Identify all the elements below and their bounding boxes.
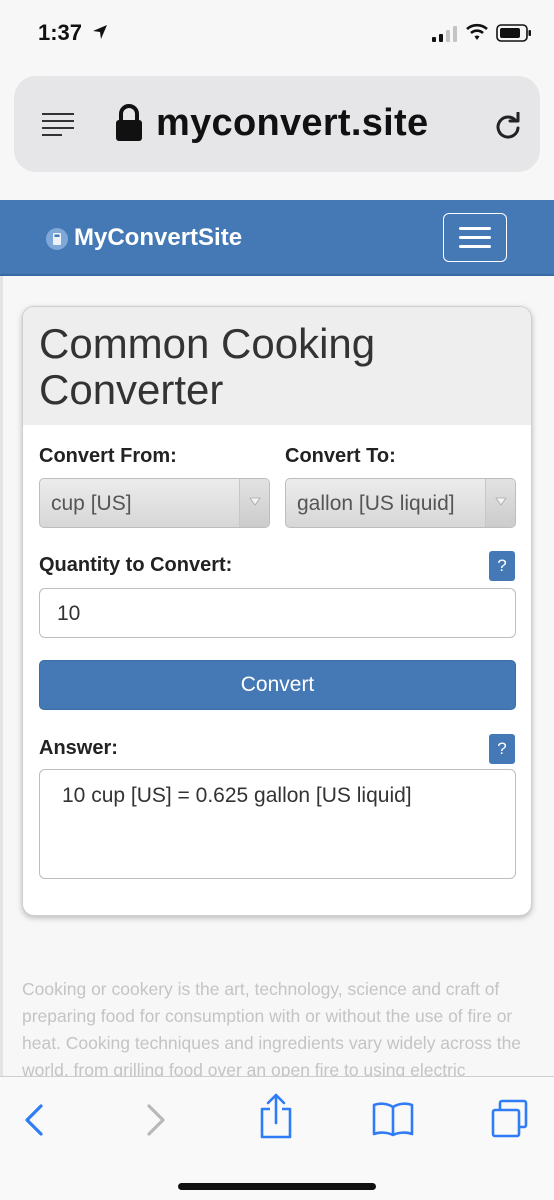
menu-bar <box>459 227 491 230</box>
convert-to-value: gallon [US liquid] <box>297 492 455 515</box>
battery-icon <box>496 24 531 42</box>
quantity-value: 10 <box>57 602 81 625</box>
answer-output[interactable]: 10 cup [US] = 0.625 gallon [US liquid] <box>39 769 516 879</box>
url-text[interactable]: myconvert.site <box>156 102 428 145</box>
address-bar[interactable]: myconvert.site <box>14 76 540 172</box>
back-icon[interactable] <box>22 1103 46 1137</box>
chevron-down-icon <box>249 497 261 506</box>
answer-label: Answer: <box>39 737 118 759</box>
browser-toolbar <box>0 1076 554 1200</box>
menu-bar <box>459 236 491 239</box>
card-header: Common Cooking Converter <box>23 307 531 425</box>
convert-to-label: Convert To: <box>285 445 396 467</box>
quantity-input[interactable]: 10 <box>39 588 516 638</box>
calculator-icon <box>46 228 68 250</box>
forward-icon[interactable] <box>144 1103 168 1137</box>
lock-icon <box>116 104 142 141</box>
quantity-label: Quantity to Convert: <box>39 554 233 576</box>
site-brand[interactable]: MyConvertSite <box>74 224 242 252</box>
answer-help-button[interactable]: ? <box>489 734 515 764</box>
reader-mode-icon[interactable] <box>42 112 74 136</box>
page-title: Common Cooking Converter <box>39 320 376 413</box>
bookmarks-icon[interactable] <box>372 1101 414 1137</box>
tabs-icon[interactable] <box>490 1099 530 1139</box>
status-time: 1:37 <box>38 20 83 45</box>
page-edge <box>0 276 3 1076</box>
dropdown-arrow <box>485 479 515 527</box>
answer-value: 10 cup [US] = 0.625 gallon [US liquid] <box>62 784 412 807</box>
convert-from-select[interactable]: cup [US] <box>39 478 270 528</box>
convert-from-value: cup [US] <box>51 492 132 515</box>
convert-button[interactable]: Convert <box>39 660 516 710</box>
converter-card: Common Cooking Converter Convert From: C… <box>22 306 532 916</box>
menu-bar <box>459 245 491 248</box>
share-icon[interactable] <box>258 1093 294 1139</box>
status-bar: 1:37 <box>0 0 554 66</box>
reload-icon[interactable] <box>494 112 522 140</box>
quantity-help-button[interactable]: ? <box>489 551 515 581</box>
convert-from-label: Convert From: <box>39 445 177 467</box>
location-arrow-icon <box>93 25 107 39</box>
description-text: Cooking or cookery is the art, technolog… <box>22 979 522 1076</box>
wifi-icon <box>466 23 488 40</box>
navbar-menu-button[interactable] <box>443 213 507 262</box>
signal-icon <box>432 26 457 42</box>
home-indicator[interactable] <box>178 1183 376 1190</box>
convert-to-select[interactable]: gallon [US liquid] <box>285 478 516 528</box>
site-navbar: MyConvertSite <box>0 200 554 276</box>
dropdown-arrow <box>239 479 269 527</box>
chevron-down-icon <box>495 497 507 506</box>
